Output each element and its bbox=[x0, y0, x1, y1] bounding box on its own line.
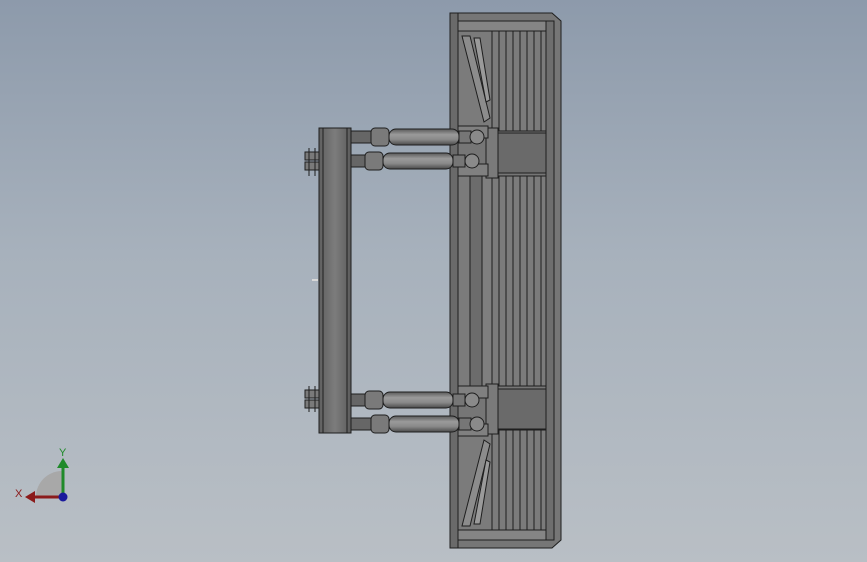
cad-viewport[interactable]: Y X bbox=[0, 0, 867, 562]
hydraulic-cylinder-2 bbox=[350, 151, 480, 171]
x-axis-label: X bbox=[15, 488, 23, 500]
plate-bolts-bottom bbox=[304, 386, 320, 412]
y-axis-label: Y bbox=[59, 447, 67, 459]
z-axis-icon bbox=[58, 492, 68, 502]
left-plate bbox=[312, 127, 352, 434]
plate-bolts-top bbox=[304, 148, 320, 176]
hydraulic-cylinder-1 bbox=[350, 127, 485, 147]
coordinate-triad: Y X bbox=[15, 447, 69, 503]
triad-shading-icon bbox=[36, 471, 62, 497]
hydraulic-cylinder-4 bbox=[350, 414, 485, 434]
hydraulic-cylinder-3 bbox=[350, 390, 480, 410]
